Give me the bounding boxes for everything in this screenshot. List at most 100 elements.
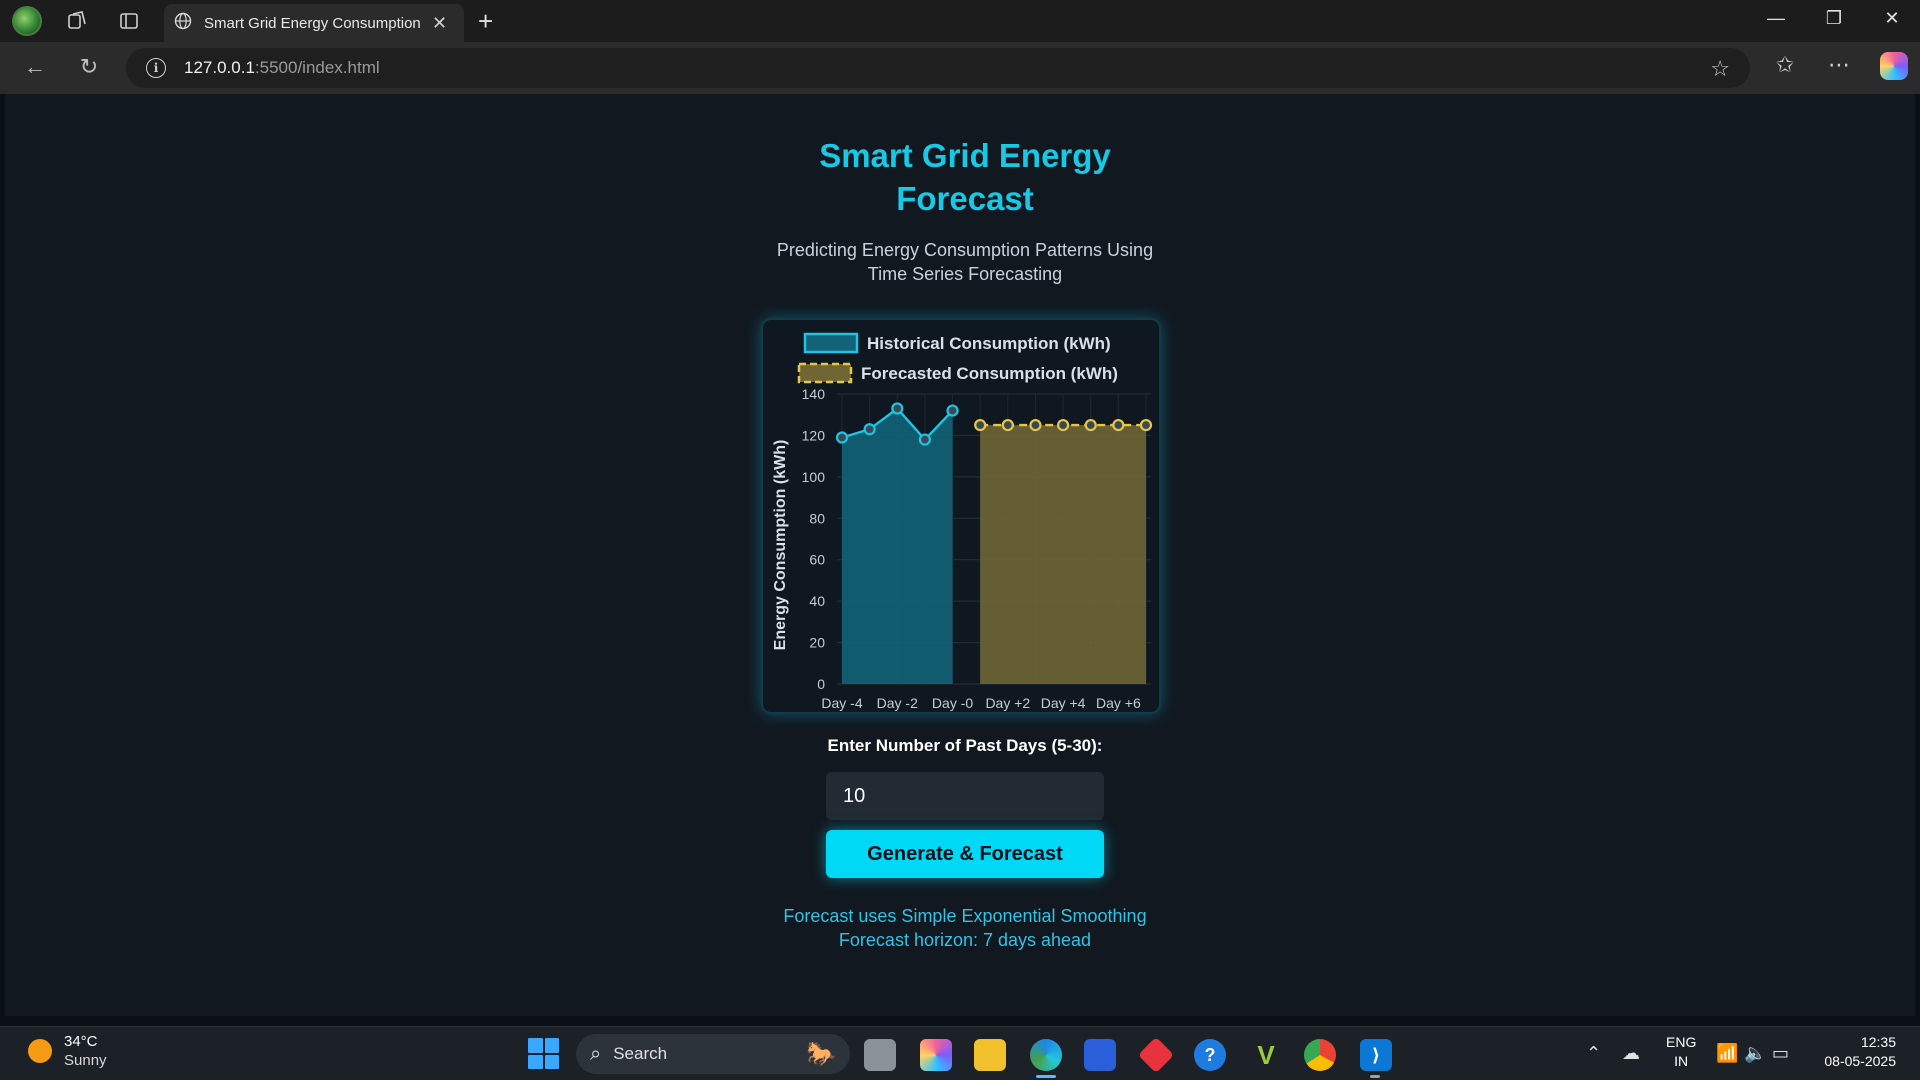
y-tick-label: 40 xyxy=(809,593,825,609)
address-bar[interactable]: i 127.0.0.1:5500/index.html ☆ xyxy=(126,48,1750,88)
chart-card: 0 20 40 60 80 100 120 140 Day -4 Day -2 Day -0 Day … xyxy=(761,318,1161,714)
site-info-icon[interactable]: i xyxy=(146,58,166,78)
windows-start-icon[interactable] xyxy=(528,1038,559,1069)
forecast-chart: 0 20 40 60 80 100 120 140 Day -4 Day -2 Day -0 Day … xyxy=(772,332,1153,711)
volume-icon[interactable]: 🔈 xyxy=(1744,1043,1766,1064)
y-tick-label: 80 xyxy=(809,510,825,526)
file-explorer-icon[interactable] xyxy=(974,1039,1006,1071)
subtitle-line-1: Predicting Energy Consumption Patterns U… xyxy=(776,240,1154,260)
taskbar: 34°C Sunny ⌕ Search 🐎 ? V ⟩ ⌃ ☁ ENG IN 📶… xyxy=(0,1026,1920,1080)
reload-icon[interactable]: ↻ xyxy=(74,54,104,80)
vim-icon[interactable]: V xyxy=(1250,1039,1282,1071)
days-input-label: Enter Number of Past Days (5-30): xyxy=(827,736,1103,755)
search-icon: ⌕ xyxy=(590,1042,602,1065)
clock[interactable]: 12:35 08-05-2025 xyxy=(1812,1033,1896,1071)
legend-label-0: Historical Consumption (kWh) xyxy=(867,334,1111,353)
copilot-app-icon[interactable] xyxy=(920,1039,952,1071)
page-title: Smart Grid Energy Forecast xyxy=(665,134,1265,220)
y-tick-label: 60 xyxy=(809,552,825,568)
chrome-icon[interactable] xyxy=(1304,1039,1336,1071)
series-point-1 xyxy=(1139,418,1153,432)
git-app-icon[interactable] xyxy=(1137,1036,1175,1074)
x-tick-label: Day +6 xyxy=(1096,695,1141,711)
tab-title: Smart Grid Energy Consumption F xyxy=(204,14,422,32)
x-tick-label: Day -2 xyxy=(877,695,918,711)
x-tick-label: Day +4 xyxy=(1041,695,1086,711)
weather-condition[interactable]: Sunny xyxy=(64,1052,107,1069)
tab-active[interactable]: Smart Grid Energy Consumption F ✕ xyxy=(164,4,464,42)
profile-avatar[interactable] xyxy=(12,6,42,36)
more-menu-icon[interactable]: ⋯ xyxy=(1822,52,1856,78)
url-text[interactable]: 127.0.0.1:5500/index.html xyxy=(184,58,380,78)
workspaces-icon[interactable] xyxy=(64,9,90,33)
close-window-icon[interactable]: ✕ xyxy=(1872,8,1912,29)
copilot-icon[interactable] xyxy=(1880,52,1908,80)
title-line-1: Smart Grid Energy xyxy=(819,137,1111,174)
microsoft-store-icon[interactable] xyxy=(1084,1039,1116,1071)
x-tick-label: Day -4 xyxy=(821,695,862,711)
clock-time: 12:35 xyxy=(1860,1034,1896,1050)
new-tab-icon[interactable]: + xyxy=(478,6,493,37)
onedrive-icon[interactable]: ☁ xyxy=(1622,1043,1640,1064)
y-tick-label: 20 xyxy=(809,635,825,651)
restore-icon[interactable]: ❐ xyxy=(1814,8,1854,29)
legend-swatch-0 xyxy=(803,332,859,354)
subtitle-line-2: Time Series Forecasting xyxy=(867,264,1063,284)
series-point-0 xyxy=(891,402,904,415)
search-label: Search xyxy=(613,1044,668,1063)
task-view-icon[interactable] xyxy=(864,1039,896,1071)
vertical-tabs-icon[interactable] xyxy=(116,9,142,33)
taskbar-search[interactable]: ⌕ Search 🐎 xyxy=(576,1034,850,1074)
series-point-0 xyxy=(863,423,876,436)
series-area-1 xyxy=(980,425,1146,684)
vscode-icon[interactable]: ⟩ xyxy=(1360,1039,1392,1071)
lang-line-1: ENG xyxy=(1666,1034,1697,1050)
series-point-0 xyxy=(835,431,849,444)
horizon-note: Forecast horizon: 7 days ahead xyxy=(838,930,1092,950)
tray-overflow-icon[interactable]: ⌃ xyxy=(1586,1043,1601,1064)
y-tick-label: 100 xyxy=(802,469,826,485)
generate-forecast-button[interactable]: Generate & Forecast xyxy=(826,830,1104,878)
url-path: :5500/index.html xyxy=(254,58,380,77)
tab-close-icon[interactable]: ✕ xyxy=(432,13,447,34)
y-tick-label: 140 xyxy=(802,386,826,402)
page-subtitle: Predicting Energy Consumption Patterns U… xyxy=(745,238,1185,286)
lang-line-2: IN xyxy=(1674,1053,1689,1069)
x-tick-label: Day -0 xyxy=(932,695,973,711)
browser-titlebar: Smart Grid Energy Consumption F ✕ + — ❐ … xyxy=(0,0,1920,42)
method-note: Forecast uses Simple Exponential Smoothi… xyxy=(783,906,1147,926)
past-days-input[interactable] xyxy=(826,772,1104,820)
legend-label-1: Forecasted Consumption (kWh) xyxy=(861,364,1118,383)
y-axis-title: Energy Consumption (kWh) xyxy=(772,440,789,651)
series-point-1 xyxy=(1001,418,1014,432)
legend-swatch-1 xyxy=(797,362,853,384)
edge-active-indicator xyxy=(1036,1075,1056,1078)
series-point-1 xyxy=(1084,418,1097,432)
url-host: 127.0.0.1 xyxy=(184,58,255,77)
minimize-icon[interactable]: — xyxy=(1756,8,1796,29)
series-point-0 xyxy=(918,433,932,446)
x-tick-label: Day +2 xyxy=(985,695,1030,711)
edge-browser-icon[interactable] xyxy=(1030,1039,1062,1071)
series-point-0 xyxy=(946,404,959,417)
sun-icon[interactable] xyxy=(28,1039,52,1063)
favorite-star-icon[interactable]: ☆ xyxy=(1710,56,1730,82)
wifi-icon[interactable]: 📶 xyxy=(1716,1043,1738,1064)
page-content: Smart Grid Energy Forecast Predicting En… xyxy=(5,94,1915,1016)
back-arrow-icon[interactable]: ← xyxy=(20,54,50,80)
series-point-1 xyxy=(1056,418,1070,432)
help-icon[interactable]: ? xyxy=(1194,1039,1226,1071)
battery-icon[interactable]: ▭ xyxy=(1772,1043,1789,1064)
title-line-2: Forecast xyxy=(896,180,1034,217)
search-highlight-icon: 🐎 xyxy=(806,1041,836,1068)
series-point-1 xyxy=(974,418,987,432)
series-point-1 xyxy=(1029,418,1042,432)
address-bar-row: ← ↻ i 127.0.0.1:5500/index.html ☆ ✩ ⋯ xyxy=(0,42,1920,94)
y-tick-label: 120 xyxy=(802,427,826,443)
vscode-running-indicator xyxy=(1370,1075,1380,1078)
weather-temp[interactable]: 34°C xyxy=(64,1033,98,1050)
favorites-icon[interactable]: ✩ xyxy=(1768,52,1802,78)
y-tick-label: 0 xyxy=(817,676,825,692)
series-point-1 xyxy=(1112,418,1125,432)
language-indicator[interactable]: ENG IN xyxy=(1666,1033,1696,1071)
